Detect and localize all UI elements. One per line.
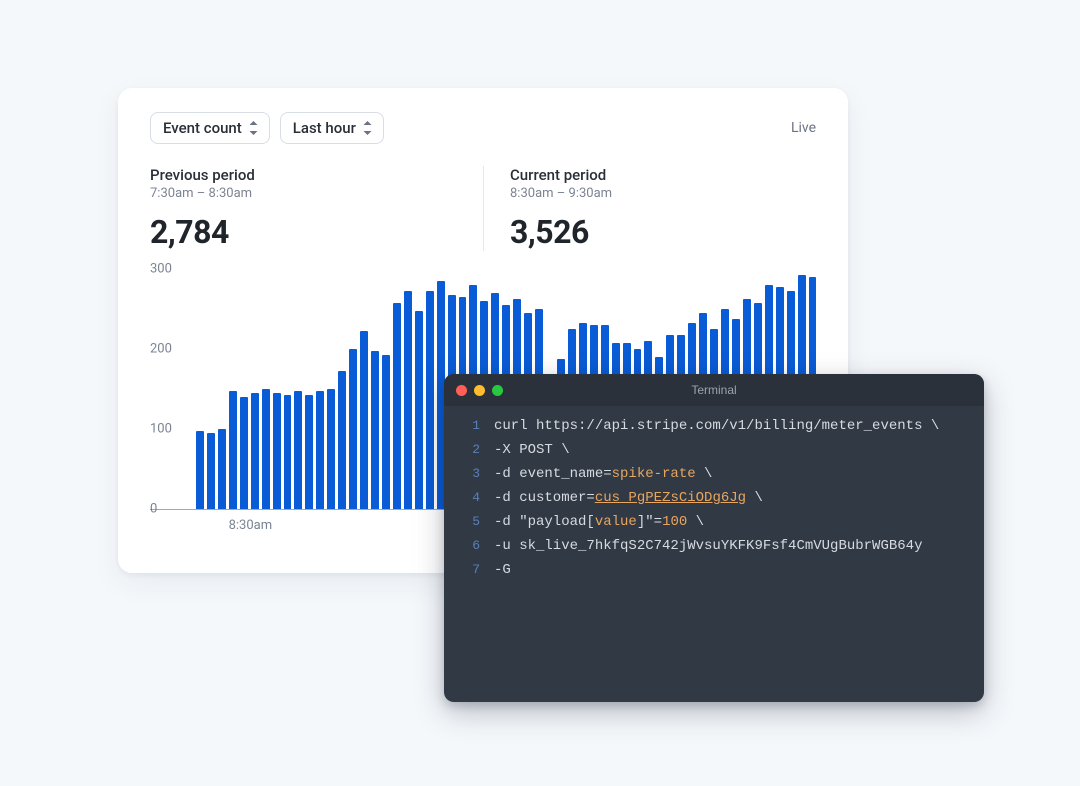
chart-bar (349, 349, 357, 509)
terminal-line: 2 -X POST \ (460, 442, 968, 466)
chart-bar (218, 429, 226, 509)
chart-bar (284, 395, 292, 509)
range-selector-label: Last hour (293, 119, 356, 137)
terminal-window: Terminal 1 curl https://api.stripe.com/v1… (444, 374, 984, 702)
line-number: 5 (460, 514, 480, 529)
chart-bar (229, 391, 237, 509)
terminal-title: Terminal (444, 383, 984, 397)
y-axis-tick: 100 (150, 422, 172, 437)
line-number: 1 (460, 418, 480, 433)
chart-bar (196, 431, 204, 509)
minimize-icon[interactable] (474, 385, 485, 396)
code-text: -d customer=cus_PgPEZsCiODg6Jg \ (494, 490, 763, 506)
period-range: 7:30am – 8:30am (150, 186, 459, 201)
terminal-line: 1 curl https://api.stripe.com/v1/billing/… (460, 418, 968, 442)
current-period: Current period 8:30am – 9:30am 3,526 (483, 166, 816, 251)
chart-bar (371, 351, 379, 509)
terminal-line: 3 -d event_name=spike-rate \ (460, 466, 968, 490)
terminal-line: 6 -u sk_live_7hkfqS2C742jWvsuYKFK9Fsf4Cm… (460, 538, 968, 562)
terminal-line: 7 -G (460, 562, 968, 586)
metric-selector-label: Event count (163, 119, 242, 137)
chevron-up-down-icon (362, 121, 373, 135)
chart-bar (327, 389, 335, 509)
chart-bar (404, 291, 412, 509)
terminal-body[interactable]: 1 curl https://api.stripe.com/v1/billing/… (444, 406, 984, 598)
code-text: -u sk_live_7hkfqS2C742jWvsuYKFK9Fsf4CmVU… (494, 538, 922, 554)
line-number: 7 (460, 562, 480, 577)
line-number: 4 (460, 490, 480, 505)
code-text: -d event_name=spike-rate \ (494, 466, 712, 482)
chart-bar (338, 371, 346, 509)
period-value: 3,526 (510, 213, 792, 251)
terminal-titlebar: Terminal (444, 374, 984, 406)
terminal-line: 5 -d "payload[value]"=100 \ (460, 514, 968, 538)
chart-bar (415, 311, 423, 509)
chart-bar (305, 395, 313, 509)
chart-bar (273, 393, 281, 509)
chart-bar (240, 397, 248, 509)
chart-bar (316, 391, 324, 509)
chart-bar (382, 355, 390, 509)
maximize-icon[interactable] (492, 385, 503, 396)
chart-bar (251, 393, 259, 509)
chart-bar (294, 391, 302, 509)
range-selector[interactable]: Last hour (280, 112, 384, 144)
period-summary: Previous period 7:30am – 8:30am 2,784 Cu… (150, 166, 816, 251)
chevron-up-down-icon (248, 121, 259, 135)
terminal-line: 4 -d customer=cus_PgPEZsCiODg6Jg \ (460, 490, 968, 514)
y-axis-tick: 200 (150, 342, 172, 357)
period-title: Current period (510, 166, 792, 184)
y-axis-tick: 300 (150, 262, 172, 277)
code-text: curl https://api.stripe.com/v1/billing/m… (494, 418, 939, 434)
chart-bar (426, 291, 434, 509)
code-text: -G (494, 562, 511, 578)
code-text: -X POST \ (494, 442, 570, 458)
chart-bar (360, 331, 368, 509)
metric-selector[interactable]: Event count (150, 112, 270, 144)
line-number: 6 (460, 538, 480, 553)
x-axis-tick: 8:30am (229, 518, 273, 533)
line-number: 3 (460, 466, 480, 481)
live-status: Live (791, 120, 816, 136)
period-value: 2,784 (150, 213, 459, 251)
chart-bar (207, 433, 215, 509)
previous-period: Previous period 7:30am – 8:30am 2,784 (150, 166, 483, 251)
period-range: 8:30am – 9:30am (510, 186, 792, 201)
window-controls (456, 385, 503, 396)
card-controls: Event count Last hour Live (150, 112, 816, 144)
chart-bar (393, 303, 401, 509)
period-title: Previous period (150, 166, 459, 184)
chart-bar (262, 389, 270, 509)
close-icon[interactable] (456, 385, 467, 396)
line-number: 2 (460, 442, 480, 457)
code-text: -d "payload[value]"=100 \ (494, 514, 704, 530)
